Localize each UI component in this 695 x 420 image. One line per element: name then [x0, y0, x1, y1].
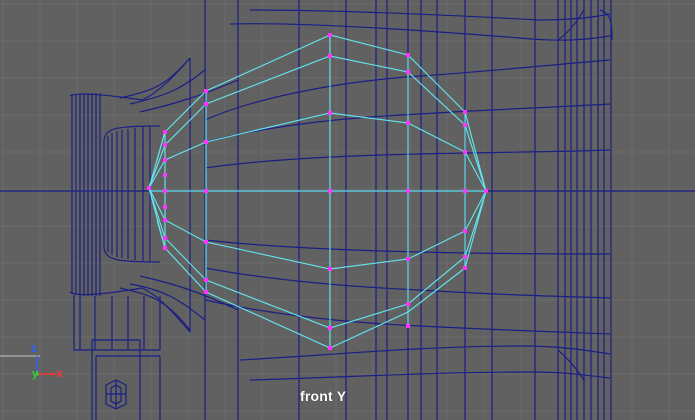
scene-canvas[interactable] — [0, 0, 695, 420]
y-axis-label: y — [32, 368, 39, 380]
modeling-viewport[interactable]: z y x front Y — [0, 0, 695, 420]
camera-label: front Y — [300, 388, 347, 404]
z-axis-label: z — [31, 341, 37, 355]
x-axis-label: x — [56, 366, 63, 380]
